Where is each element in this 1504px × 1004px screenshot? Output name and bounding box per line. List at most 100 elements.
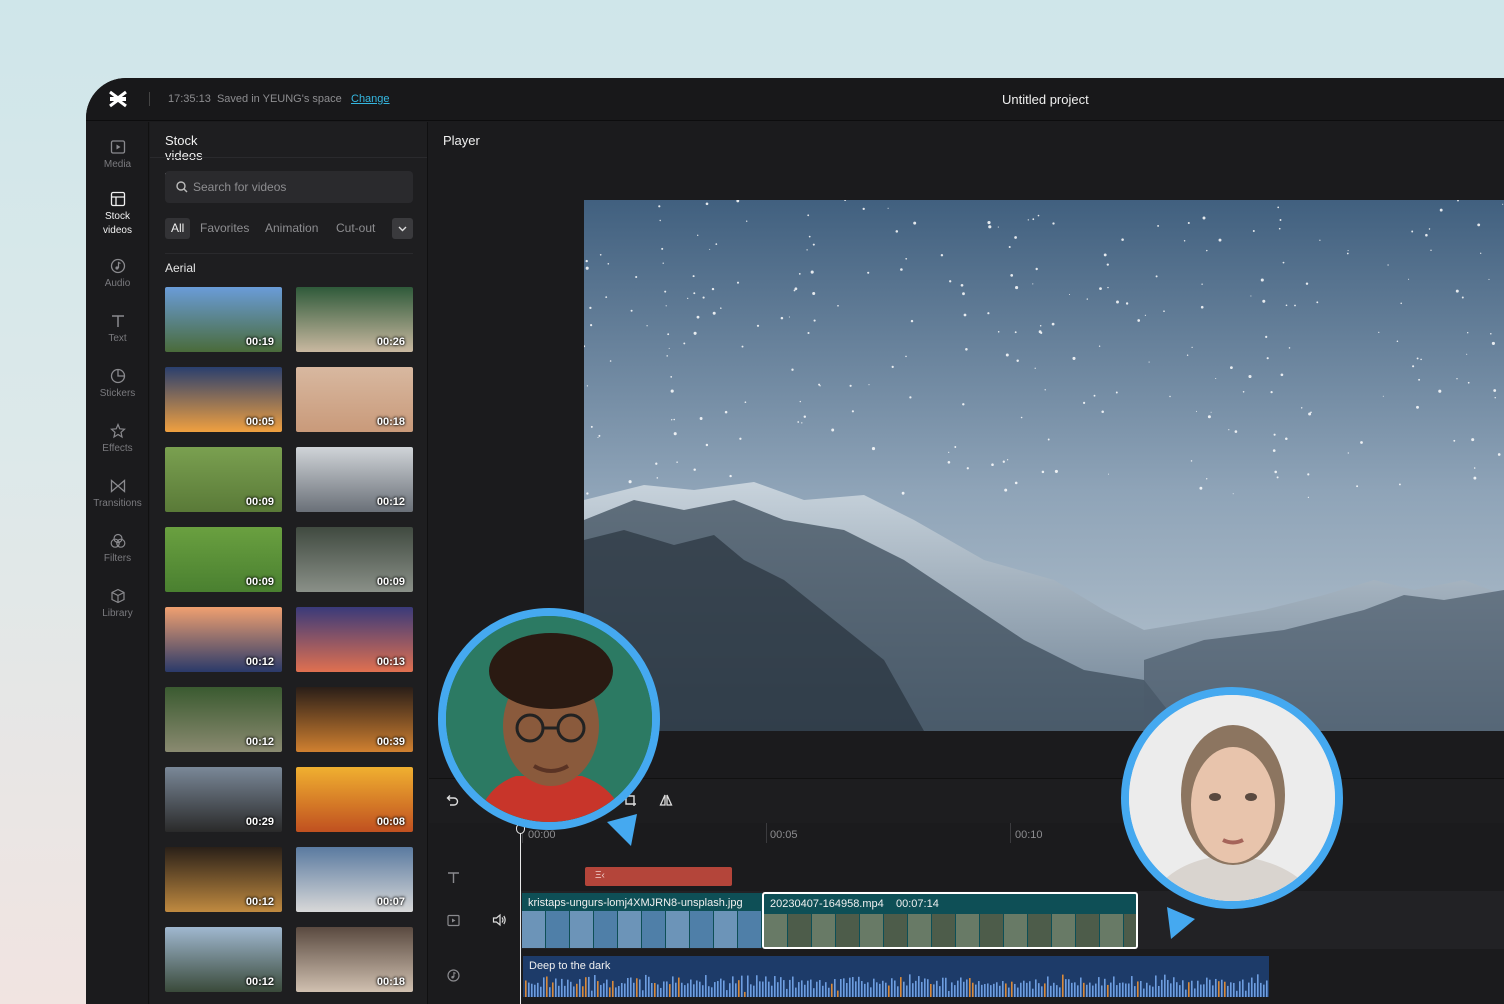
divider	[165, 253, 413, 254]
thumb-duration: 00:29	[245, 816, 274, 828]
thumb-duration: 00:18	[376, 416, 405, 428]
stock-video-thumb[interactable]: 00:26	[296, 287, 413, 352]
clip-filmstrip	[522, 911, 761, 948]
audio-icon	[110, 258, 125, 274]
stock-video-thumb[interactable]: 00:08	[296, 767, 413, 832]
man-portrait-image	[446, 616, 652, 822]
thumb-duration: 00:12	[245, 736, 274, 748]
stock-video-thumb[interactable]: 00:12	[165, 927, 282, 992]
audio-track-icon	[447, 969, 460, 982]
ruler-tick	[1010, 823, 1011, 843]
stock-video-thumb[interactable]: 00:09	[165, 447, 282, 512]
capcut-logo-icon[interactable]	[108, 89, 128, 109]
search-input[interactable]	[193, 171, 408, 203]
save-text: Saved in YEUNG's space	[216, 93, 342, 105]
text-clip[interactable]: Ξ‹	[585, 867, 732, 886]
thumb-duration: 00:12	[245, 976, 274, 988]
filter-animation[interactable]: Animation	[265, 218, 318, 239]
save-time: 17:35:13	[168, 93, 211, 105]
stock-video-thumb[interactable]: 00:29	[165, 767, 282, 832]
change-space-link[interactable]: Change	[351, 93, 390, 105]
stock-video-thumb[interactable]: 00:09	[296, 527, 413, 592]
stock-video-thumb[interactable]: 00:12	[165, 847, 282, 912]
playhead[interactable]	[520, 826, 521, 1004]
rail-item-filters[interactable]: Filters	[86, 533, 149, 566]
woman-portrait-image	[1129, 695, 1335, 901]
stock-video-thumb[interactable]: 00:13	[296, 607, 413, 672]
rail-item-transitions[interactable]: Transitions	[86, 478, 149, 511]
chevron-down-icon	[398, 226, 407, 232]
undo-icon[interactable]	[445, 793, 459, 807]
section-title-aerial: Aerial	[165, 261, 196, 275]
filter-all[interactable]: All	[165, 218, 191, 239]
clip-name: 20230407-164958.mp4	[770, 898, 884, 910]
library-icon	[110, 588, 125, 604]
divider	[150, 157, 427, 158]
filter-dropdown-button[interactable]	[392, 218, 413, 239]
text-icon	[111, 315, 124, 327]
mute-track-icon[interactable]	[492, 913, 507, 927]
text-clip-label: Ξ‹	[595, 870, 605, 881]
left-rail: Media Stock videos Audio Text Stickers E…	[86, 122, 149, 1004]
video-preview[interactable]	[584, 200, 1504, 731]
thumb-duration: 00:09	[376, 576, 405, 588]
stock-video-thumb[interactable]: 00:12	[165, 687, 282, 752]
rail-item-media[interactable]: Media	[86, 139, 149, 172]
tab-stock-videos[interactable]: Stock videos	[165, 133, 237, 175]
rail-label: Media	[103, 159, 132, 170]
thumb-duration: 00:18	[376, 976, 405, 988]
thumb-duration: 00:09	[245, 576, 274, 588]
thumb-duration: 00:19	[245, 336, 274, 348]
stock-video-thumb[interactable]: 00:09	[165, 527, 282, 592]
thumb-duration: 00:26	[376, 336, 405, 348]
topbar-divider	[149, 92, 150, 106]
clip-filmstrip	[764, 914, 1136, 947]
avatar-woman	[1121, 687, 1343, 909]
text-track-icon	[448, 872, 459, 883]
audio-name: Deep to the dark	[529, 960, 611, 972]
thumb-duration: 00:12	[245, 656, 274, 668]
mirror-icon[interactable]	[659, 793, 673, 807]
filter-cut-out[interactable]: Cut-out	[336, 218, 388, 239]
filter-favorites[interactable]: Favorites	[200, 218, 249, 239]
stock-video-thumb[interactable]: 00:12	[165, 607, 282, 672]
rail-item-audio[interactable]: Audio	[86, 258, 149, 291]
clip-info: 20230407-164958.mp4 00:07:14	[770, 898, 939, 910]
video-clip-selected[interactable]: 20230407-164958.mp4 00:07:14	[762, 892, 1138, 949]
rail-item-stickers[interactable]: Stickers	[86, 368, 149, 401]
rail-label: Audio	[104, 278, 131, 289]
stickers-icon	[110, 368, 125, 384]
stock-video-thumb[interactable]: 00:07	[296, 847, 413, 912]
stock-video-thumb[interactable]: 00:12	[296, 447, 413, 512]
rail-item-effects[interactable]: Effects	[86, 423, 149, 456]
video-track-icon	[447, 914, 460, 927]
search-box[interactable]	[165, 171, 413, 203]
filter-bar: All Favorites Animation Cut-out	[165, 218, 413, 240]
ruler-tick	[766, 823, 767, 843]
thumb-duration: 00:08	[376, 816, 405, 828]
rail-item-text[interactable]: Text	[86, 313, 149, 346]
thumb-duration: 00:13	[376, 656, 405, 668]
video-clip-image[interactable]: kristaps-ungurs-lomj4XMJRN8-unsplash.jpg	[522, 893, 762, 948]
audio-clip[interactable]: Deep to the dark	[523, 956, 1269, 997]
rail-label: Library	[102, 608, 133, 619]
rail-item-library[interactable]: Library	[86, 588, 149, 621]
media-icon	[110, 140, 125, 154]
avatar-pointer-arrow	[1167, 907, 1195, 939]
rail-item-stock-videos[interactable]: Stock videos	[86, 191, 149, 238]
thumb-duration: 00:07	[376, 896, 405, 908]
thumb-duration: 00:39	[376, 736, 405, 748]
effects-icon	[109, 423, 126, 439]
stock-video-thumb[interactable]: 00:05	[165, 367, 282, 432]
stock-video-thumb[interactable]: 00:19	[165, 287, 282, 352]
save-status: 17:35:13 Saved in YEUNG's space	[168, 93, 342, 105]
stock-videos-panel: Stock videos All Favorites Animation Cut…	[150, 122, 428, 1004]
stock-video-thumb[interactable]: 00:39	[296, 687, 413, 752]
stock-video-thumb[interactable]: 00:18	[296, 927, 413, 992]
stock-video-thumb[interactable]: 00:18	[296, 367, 413, 432]
transitions-icon	[110, 479, 125, 493]
audio-waveform	[525, 974, 1268, 997]
ruler-label: 00:00	[528, 829, 556, 841]
project-title[interactable]: Untitled project	[1002, 92, 1089, 107]
search-icon	[176, 181, 188, 193]
